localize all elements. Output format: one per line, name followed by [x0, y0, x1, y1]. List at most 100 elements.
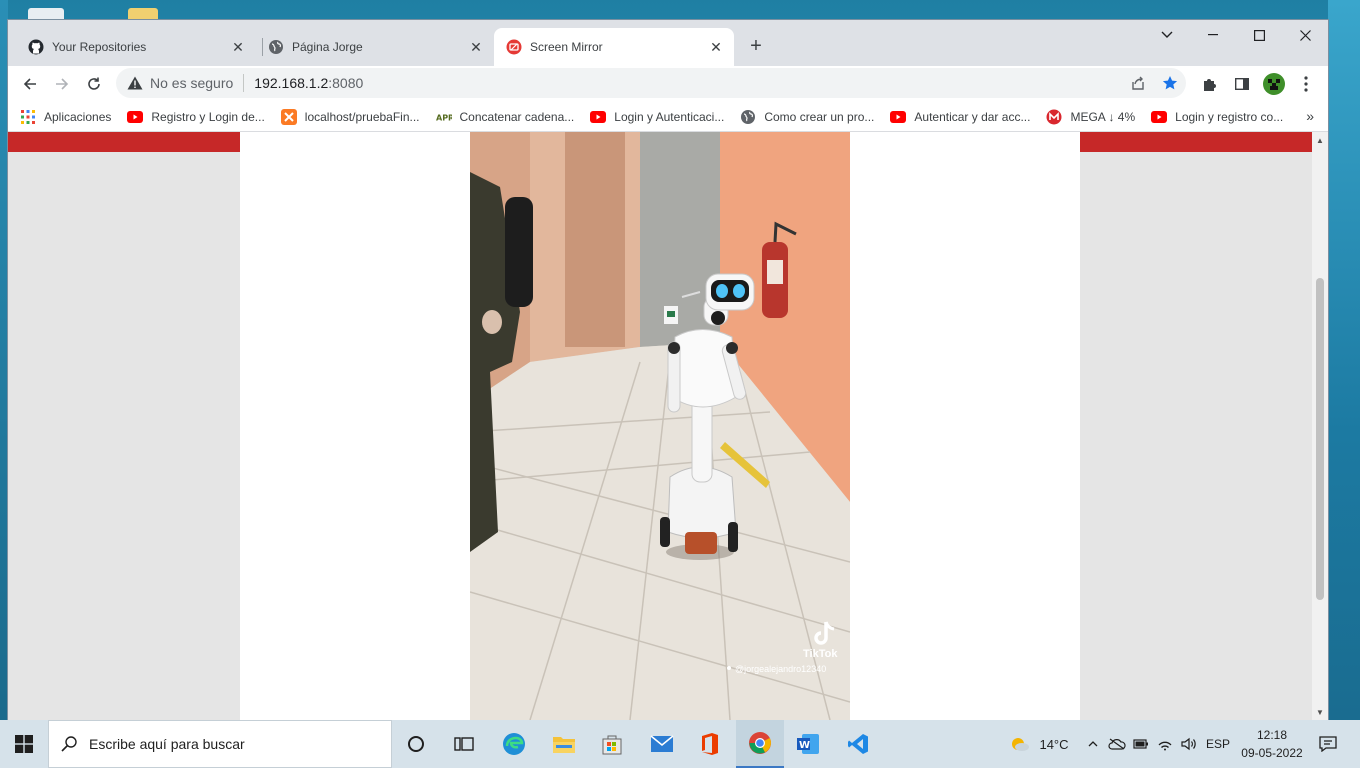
mirror-panel: TikTok @jorgealejandro12340 [240, 132, 1080, 720]
youtube-icon [890, 109, 907, 125]
svg-text:W: W [799, 740, 810, 751]
page-scrollbar[interactable]: ▲ ▼ [1312, 132, 1328, 720]
share-icon[interactable] [1122, 75, 1154, 91]
search-placeholder: Escribe aquí para buscar [89, 736, 245, 752]
battery-icon[interactable] [1130, 720, 1152, 768]
clock-time: 12:18 [1256, 728, 1288, 742]
tab-screen-mirror[interactable]: Screen Mirror ✕ [494, 28, 734, 66]
profile-avatar[interactable] [1258, 68, 1290, 100]
bookmark-label: Registro y Login de... [151, 109, 265, 124]
user-icon [727, 666, 731, 670]
close-window-button[interactable] [1282, 20, 1328, 50]
bookmark-apps[interactable]: Aplicaciones [20, 109, 111, 125]
wifi-icon[interactable] [1154, 720, 1176, 768]
bookmark-registro-login[interactable]: Registro y Login de... [127, 109, 265, 125]
desktop-icon-peek[interactable] [28, 8, 64, 20]
input-language[interactable]: ESP [1202, 720, 1234, 768]
side-panel-icon[interactable] [1226, 68, 1258, 100]
svg-text:APR: APR [436, 113, 452, 122]
reload-button[interactable] [78, 68, 110, 100]
bookmark-label: Concatenar cadena... [459, 109, 575, 124]
address-url[interactable]: 192.168.1.2:8080 [254, 75, 363, 91]
close-tab-icon[interactable]: ✕ [230, 39, 246, 55]
mega-icon [1046, 109, 1062, 125]
forward-button[interactable] [46, 68, 78, 100]
bookmark-label: MEGA ↓ 4% [1070, 109, 1136, 124]
xampp-icon [280, 108, 297, 125]
bookmark-login-registro[interactable]: Login y registro co... [1151, 109, 1283, 125]
maximize-button[interactable] [1236, 20, 1282, 50]
microsoft-store-icon[interactable] [588, 720, 636, 768]
globe-icon [740, 109, 756, 125]
tiktok-brand-text: TikTok [803, 648, 838, 660]
desktop-wallpaper-left [0, 0, 8, 720]
close-tab-icon[interactable]: ✕ [468, 39, 484, 55]
close-tab-icon[interactable]: ✕ [708, 39, 724, 55]
extensions-puzzle-icon[interactable] [1194, 68, 1226, 100]
chrome-menu-icon[interactable] [1290, 68, 1322, 100]
back-button[interactable] [14, 68, 46, 100]
start-button[interactable] [0, 720, 48, 768]
bookmark-label: localhost/pruebaFin... [304, 109, 420, 124]
bookmarks-bar: Aplicaciones Registro y Login de... loca… [8, 102, 1328, 132]
edge-app-icon[interactable] [490, 720, 538, 768]
weather-temperature[interactable]: 14°C [1034, 720, 1074, 768]
volume-icon[interactable] [1178, 720, 1200, 768]
cloud-offline-icon[interactable] [1106, 720, 1128, 768]
bookmark-label: Autenticar y dar acc... [914, 109, 1031, 124]
cortana-button[interactable] [392, 720, 440, 768]
robot-video-frame: TikTok @jorgealejandro12340 [470, 132, 850, 720]
scroll-up-arrow-icon[interactable]: ▲ [1312, 132, 1328, 148]
office-icon[interactable] [686, 720, 734, 768]
scroll-down-arrow-icon[interactable]: ▼ [1312, 704, 1328, 720]
vscode-app-icon[interactable] [834, 720, 882, 768]
mirrored-video[interactable]: TikTok @jorgealejandro12340 [470, 132, 850, 720]
bookmark-autenticar[interactable]: Autenticar y dar acc... [890, 109, 1030, 125]
scroll-thumb[interactable] [1316, 278, 1324, 600]
tab-title: Your Repositories [52, 40, 147, 54]
youtube-icon [1151, 109, 1168, 125]
navigation-toolbar: No es seguro 192.168.1.2:8080 [8, 66, 1328, 102]
warning-icon[interactable] [126, 74, 144, 92]
bookmark-label: Como crear un pro... [764, 109, 875, 124]
notifications-icon[interactable] [1314, 720, 1342, 768]
bookmark-star-icon[interactable] [1154, 75, 1186, 91]
file-explorer-icon[interactable] [540, 720, 588, 768]
show-hidden-icons-chevron-icon[interactable] [1084, 720, 1102, 768]
bookmark-label: Login y Autenticaci... [614, 109, 725, 124]
tab-strip: Your Repositories ✕ Página Jorge ✕ Scree… [8, 20, 1328, 66]
address-bar[interactable]: No es seguro 192.168.1.2:8080 [116, 68, 1186, 98]
bookmark-concatenar[interactable]: APR Concatenar cadena... [436, 109, 575, 125]
clock[interactable]: 12:18 09-05-2022 [1234, 726, 1310, 762]
bookmarks-overflow-chevron-icon[interactable]: » [1306, 108, 1314, 124]
security-label[interactable]: No es seguro [150, 75, 233, 91]
tab-title: Screen Mirror [530, 40, 603, 54]
tab-title: Página Jorge [292, 40, 363, 54]
search-icon [49, 736, 89, 752]
weather-icon[interactable] [1008, 720, 1032, 768]
desktop-folder-icon[interactable] [128, 8, 158, 20]
youtube-icon [590, 109, 607, 125]
bookmark-login-autenticacion[interactable]: Login y Autenticaci... [590, 109, 724, 125]
tab-pagina-jorge[interactable]: Página Jorge ✕ [256, 28, 494, 66]
new-tab-button[interactable]: + [744, 34, 768, 58]
url-port: :8080 [328, 75, 364, 91]
bookmark-como-crear[interactable]: Como crear un pro... [740, 109, 874, 125]
page-content: TikTok @jorgealejandro12340 [8, 132, 1312, 720]
tab-your-repositories[interactable]: Your Repositories ✕ [16, 28, 256, 66]
omnibox-actions [1122, 68, 1186, 98]
word-app-icon[interactable]: W [784, 720, 832, 768]
task-view-button[interactable] [440, 720, 488, 768]
address-divider [243, 74, 245, 92]
windows-logo-icon [15, 735, 33, 753]
minimize-button[interactable] [1190, 20, 1236, 50]
bookmark-mega[interactable]: MEGA ↓ 4% [1046, 109, 1135, 125]
taskbar-search-input[interactable]: Escribe aquí para buscar [48, 720, 392, 768]
mail-icon[interactable] [638, 720, 686, 768]
bookmark-localhost[interactable]: localhost/pruebaFin... [280, 108, 420, 125]
tab-search-chevron-icon[interactable] [1144, 20, 1190, 50]
url-host: 192.168.1.2 [254, 75, 329, 91]
chrome-app-icon[interactable] [736, 720, 784, 768]
apps-grid-icon [20, 109, 36, 125]
youtube-icon [127, 109, 144, 125]
